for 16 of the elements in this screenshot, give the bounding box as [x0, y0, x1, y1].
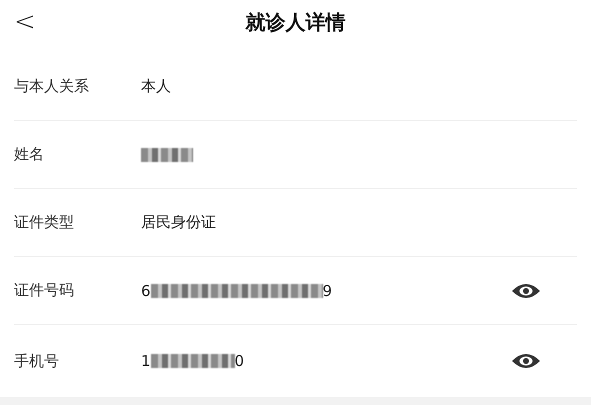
field-value: 6 — [141, 282, 151, 300]
field-label: 与本人关系 — [14, 77, 90, 96]
field-label: 证件号码 — [14, 281, 75, 300]
eye-icon[interactable] — [511, 282, 541, 300]
field-value: 9 — [322, 282, 332, 300]
eye-icon[interactable] — [511, 352, 541, 370]
field-label: 姓名 — [14, 145, 45, 164]
field-value: 居民身份证 — [141, 213, 216, 232]
field-value: 本人 — [141, 77, 171, 96]
field-value: 1 — [141, 352, 151, 370]
field-label: 证件类型 — [14, 213, 75, 232]
page-title: 就诊人详情 — [244, 8, 346, 36]
back-button[interactable]: < — [10, 7, 50, 37]
redaction-blur — [141, 148, 193, 162]
field-label: 手机号 — [14, 352, 60, 370]
field-value: 0 — [234, 352, 244, 370]
